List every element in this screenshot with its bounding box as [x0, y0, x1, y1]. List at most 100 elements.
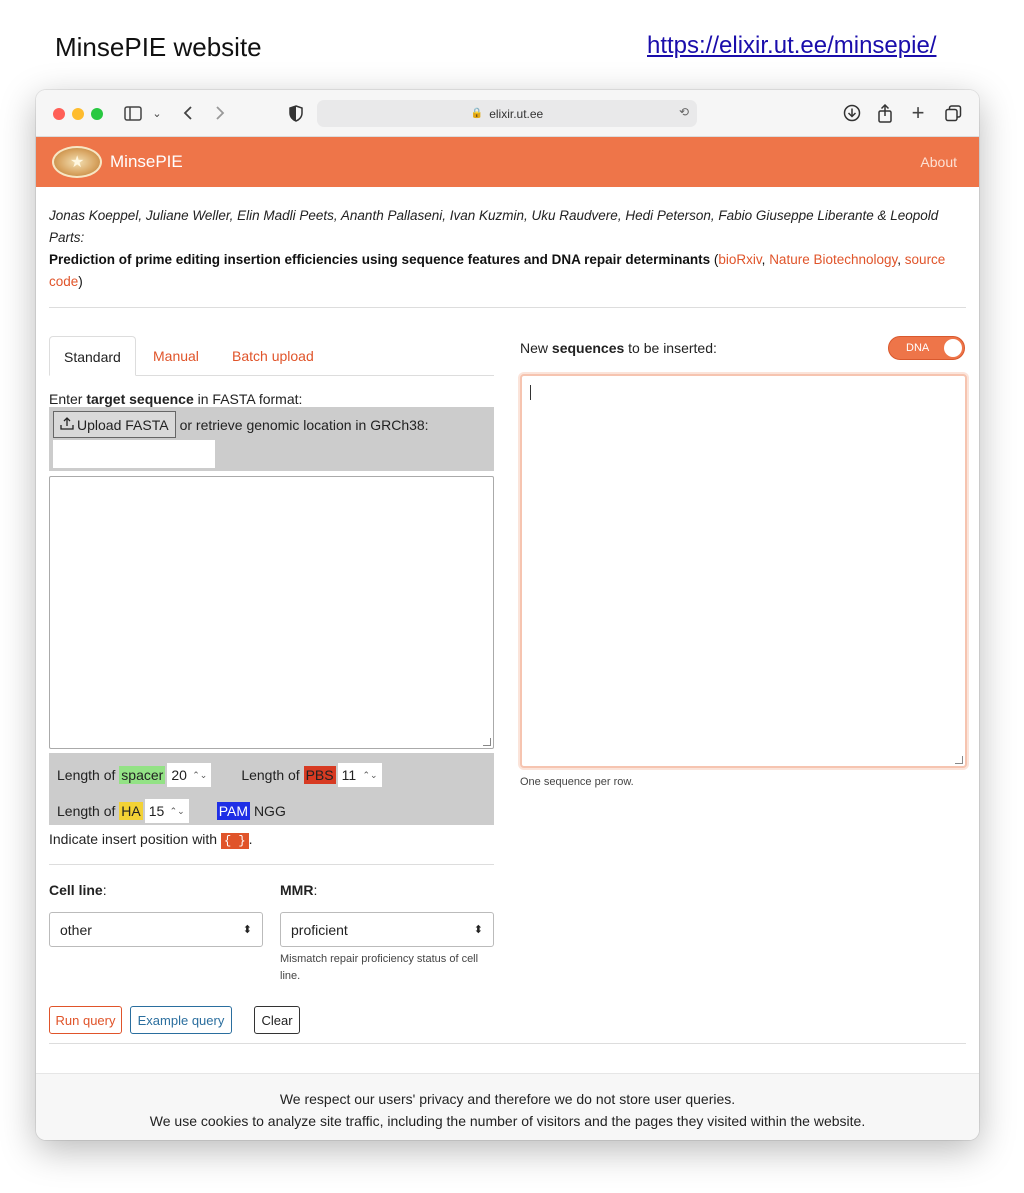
- genome-location-box: Upload FASTA or retrieve genomic locatio…: [49, 407, 494, 471]
- target-sequence-label: Enter target sequence in FASTA format:: [49, 391, 494, 407]
- address-bar[interactable]: 🔒 elixir.ut.ee ⟲: [317, 100, 697, 127]
- toggle-knob: [944, 339, 962, 357]
- spacer-length-value: 20: [171, 767, 187, 783]
- label-text: to be inserted:: [624, 340, 717, 356]
- run-query-button[interactable]: Run query: [49, 1006, 122, 1034]
- spacer-length-input[interactable]: 20 ⌃⌄: [167, 763, 212, 787]
- ha-length-value: 15: [148, 803, 165, 819]
- mmr-select[interactable]: proficient ⬍: [280, 912, 494, 947]
- length-of-label: Length of: [57, 803, 116, 819]
- cell-line-select[interactable]: other ⬍: [49, 912, 263, 947]
- paper-title: Prediction of prime editing insertion ef…: [49, 252, 711, 267]
- sidebar-icon[interactable]: [122, 101, 144, 125]
- length-of-label: Length of: [57, 767, 116, 783]
- chevron-down-icon[interactable]: ⌄: [150, 101, 164, 125]
- forward-icon[interactable]: [210, 101, 230, 125]
- spacer-label: spacer: [119, 766, 166, 784]
- label-text: in FASTA format:: [193, 391, 303, 407]
- close-window-button[interactable]: [53, 108, 65, 120]
- hint-end: .: [248, 831, 253, 847]
- mmr-help-text: Mismatch repair proficiency status of ce…: [280, 953, 479, 982]
- label-bold: target sequence: [86, 391, 194, 407]
- lock-icon: 🔒: [470, 108, 484, 119]
- pam-value: NGG: [253, 803, 286, 819]
- pbs-label: PBS: [303, 766, 336, 784]
- cell-line-label: Cell line:: [49, 882, 263, 898]
- paren-close: ): [78, 274, 83, 289]
- authors: Jonas Koeppel, Juliane Weller, Elin Madl…: [49, 208, 939, 245]
- mmr-value: proficient: [291, 921, 348, 938]
- separator: ,: [897, 252, 905, 267]
- nav-about-link[interactable]: About: [920, 154, 957, 170]
- share-icon[interactable]: [874, 101, 896, 125]
- cell-line-label-text: Cell line: [49, 882, 103, 898]
- retrieve-text: or retrieve genomic location in GRCh38:: [179, 416, 429, 433]
- tabs-overview-icon[interactable]: [942, 101, 964, 125]
- hint-text: Indicate insert position with: [49, 831, 218, 847]
- reload-icon[interactable]: ⟲: [679, 105, 689, 119]
- insert-marker-code: { }: [220, 833, 249, 849]
- param-row: Length of spacer 20 ⌃⌄ Length of PBS 11 ⌃⌄: [57, 759, 486, 791]
- colon: :: [102, 882, 107, 898]
- minimize-window-button[interactable]: [72, 108, 84, 120]
- tab-batch-upload[interactable]: Batch upload: [218, 336, 328, 376]
- upload-fasta-button[interactable]: Upload FASTA: [53, 411, 176, 438]
- example-query-button[interactable]: Example query: [130, 1006, 232, 1034]
- genomic-location-input[interactable]: [53, 440, 215, 468]
- browser-window: ⌄ 🔒 elixir.ut.ee ⟲ + MinsePIE About: [36, 90, 979, 1140]
- minsepie-logo[interactable]: [52, 146, 102, 178]
- insert-position-hint: Indicate insert position with { }.: [49, 831, 494, 849]
- divider: [49, 307, 966, 308]
- pbs-length-input[interactable]: 11 ⌃⌄: [337, 763, 382, 787]
- sequences-panel: New sequences to be inserted: DNA One se…: [520, 336, 967, 788]
- back-icon[interactable]: [178, 101, 198, 125]
- label-text: New: [520, 340, 552, 356]
- select-arrows-icon: ⬍: [473, 924, 483, 936]
- pbs-length-value: 11: [341, 767, 357, 783]
- page-heading: MinsePIE website: [55, 32, 262, 62]
- resize-handle[interactable]: [483, 738, 491, 746]
- brand-name[interactable]: MinsePIE: [110, 152, 183, 172]
- privacy-footer: We respect our users' privacy and theref…: [36, 1073, 979, 1140]
- clear-button[interactable]: Clear: [254, 1006, 300, 1034]
- page-url-link[interactable]: https://elixir.ut.ee/minsepie/: [647, 32, 936, 60]
- upload-icon: [60, 416, 74, 433]
- footer-line-2: We use cookies to analyze site traffic, …: [149, 1113, 866, 1129]
- cell-line-group: Cell line: other ⬍: [49, 882, 263, 947]
- citation-section: Jonas Koeppel, Juliane Weller, Elin Madl…: [36, 187, 979, 308]
- tab-standard[interactable]: Standard: [49, 336, 136, 376]
- stepper-icon[interactable]: ⌃⌄: [170, 806, 185, 817]
- stepper-icon[interactable]: ⌃⌄: [363, 770, 378, 781]
- zoom-window-button[interactable]: [91, 108, 103, 120]
- resize-handle[interactable]: [955, 756, 963, 764]
- paper-reference: Prediction of prime editing insertion ef…: [49, 249, 966, 293]
- options-row: Cell line: other ⬍ MMR: proficient ⬍ Misma…: [49, 865, 494, 1034]
- cell-line-value: other: [60, 921, 92, 938]
- nature-biotechnology-link[interactable]: Nature Biotechnology: [769, 252, 897, 267]
- length-of-label: Length of: [241, 767, 300, 783]
- sequences-help-text: One sequence per row.: [520, 776, 634, 788]
- site-navbar: MinsePIE About: [36, 137, 979, 187]
- tab-manual[interactable]: Manual: [139, 336, 213, 376]
- label-bold: sequences: [551, 340, 625, 356]
- colon: :: [313, 882, 318, 898]
- label-text: Enter: [49, 391, 87, 407]
- shield-icon[interactable]: [286, 101, 306, 125]
- browser-toolbar: ⌄ 🔒 elixir.ut.ee ⟲ +: [36, 90, 979, 137]
- download-icon[interactable]: [841, 101, 863, 125]
- target-sequence-textarea[interactable]: [49, 476, 494, 749]
- biorxiv-link[interactable]: bioRxiv: [718, 252, 761, 267]
- address-text: elixir.ut.ee: [489, 106, 544, 121]
- select-arrows-icon: ⬍: [242, 924, 252, 936]
- new-tab-icon[interactable]: +: [908, 100, 928, 125]
- divider: [49, 1043, 966, 1044]
- length-parameters: Length of spacer 20 ⌃⌄ Length of PBS 11 ⌃⌄…: [49, 753, 494, 825]
- ha-length-input[interactable]: 15 ⌃⌄: [144, 799, 189, 823]
- mmr-group: MMR: proficient ⬍ Mismatch repair profici…: [280, 882, 494, 985]
- mmr-label: MMR:: [280, 882, 494, 898]
- sequences-textarea[interactable]: [520, 374, 967, 768]
- stepper-icon[interactable]: ⌃⌄: [192, 770, 207, 781]
- param-row: Length of HA 15 ⌃⌄ PAM NGG: [57, 795, 486, 827]
- text-caret: [530, 385, 531, 400]
- dna-toggle[interactable]: DNA: [888, 336, 965, 360]
